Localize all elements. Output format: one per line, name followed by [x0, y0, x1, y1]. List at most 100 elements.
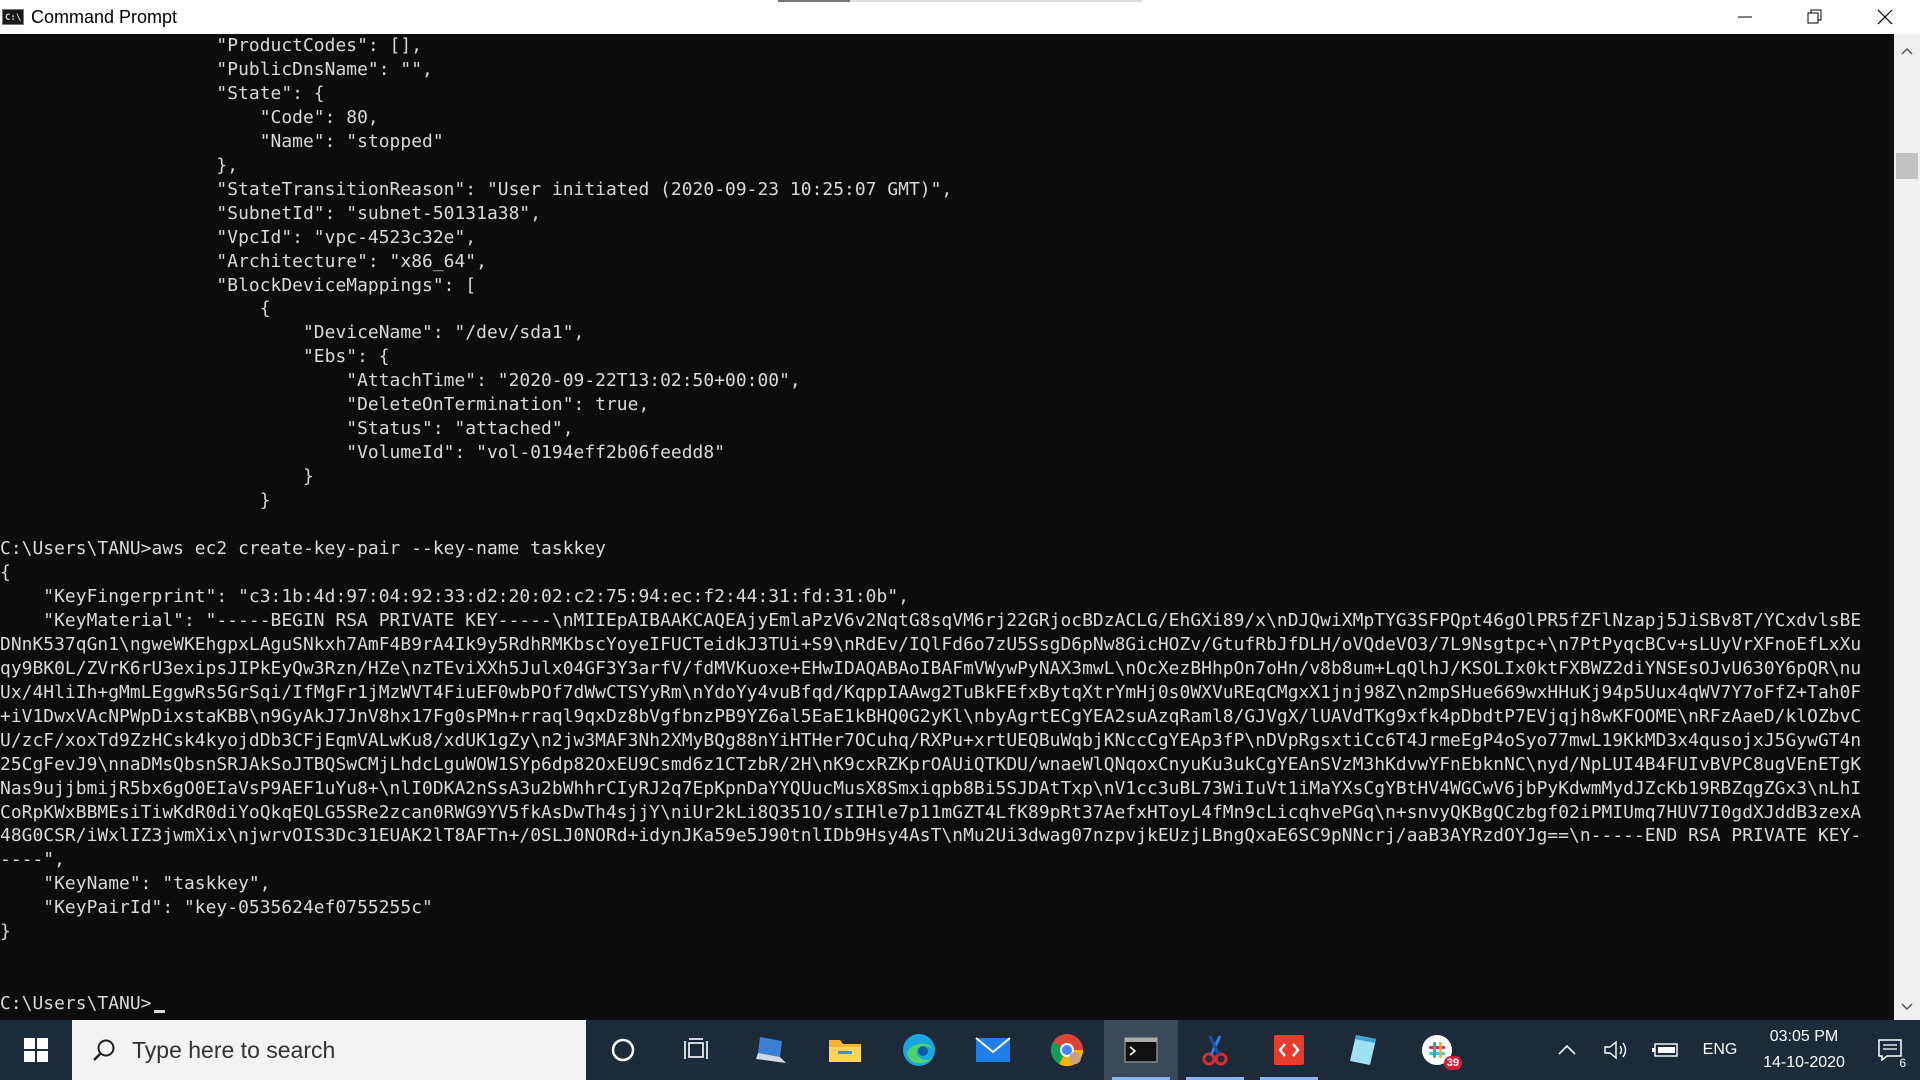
console-line: Nas9ujjbmijR5bx6gO0EIaVsP9AEF1uYu8+\nlI0… [0, 777, 1862, 799]
windows-icon [24, 1038, 48, 1062]
console-line: "KeyFingerprint": "c3:1b:4d:97:04:92:33:… [0, 585, 909, 607]
scroll-up-button[interactable] [1894, 38, 1920, 64]
edge-icon [903, 1034, 935, 1066]
console-line: CoRpKWxBBMEsiTiwKdR0diYoQkqEQLG5SRe2zcan… [0, 801, 1862, 823]
taskbar-app-mail[interactable] [956, 1020, 1030, 1080]
title-accent [778, 0, 850, 2]
console-line: "Ebs": { [0, 346, 390, 368]
slack-badge: 39 [1443, 1056, 1462, 1070]
taskbar-app-edge[interactable] [882, 1020, 956, 1080]
system-tray: ENG 03:05 PM 14-10-2020 6 [1542, 1020, 1920, 1080]
command-prompt-icon [1124, 1037, 1158, 1063]
console-line: "Architecture": "x86_64", [0, 250, 487, 272]
console-line: "KeyPairId": "key-0535624ef0755255c" [0, 897, 433, 919]
show-hidden-icons-button[interactable] [1542, 1020, 1592, 1080]
start-button[interactable] [0, 1020, 72, 1080]
scroll-down-button[interactable] [1894, 994, 1920, 1020]
console-line: "KeyMaterial": "-----BEGIN RSA PRIVATE K… [0, 609, 1862, 631]
taskbar-app-git[interactable] [1252, 1020, 1326, 1080]
taskbar-app-command-prompt[interactable] [1104, 1020, 1178, 1080]
taskbar-app-file-explorer[interactable] [808, 1020, 882, 1080]
chevron-up-icon [1901, 47, 1913, 55]
console-line: "Name": "stopped" [0, 130, 444, 152]
console-line: "DeleteOnTermination": true, [0, 394, 650, 416]
window-title: Command Prompt [31, 6, 178, 27]
scroll-thumb[interactable] [1896, 153, 1918, 179]
close-button[interactable] [1850, 0, 1920, 34]
console-line: } [0, 490, 271, 512]
task-view-button[interactable] [660, 1020, 734, 1080]
volume-icon [1604, 1040, 1627, 1060]
console-line: { [0, 298, 271, 320]
volume-button[interactable] [1592, 1020, 1640, 1080]
console-line: "BlockDeviceMappings": [ [0, 274, 477, 296]
console-output[interactable]: "ProductCodes": [], "PublicDnsName": "",… [0, 34, 1894, 1020]
console-line: { [0, 561, 11, 583]
console-line: DNnK537qGn1\ngweWKEhgpxLAguSNkxh7AmF4B9r… [0, 633, 1862, 655]
title-accent-light [850, 0, 1142, 2]
notepad-icon [1350, 1035, 1376, 1065]
cortana-button[interactable] [586, 1020, 660, 1080]
search-icon [93, 1039, 115, 1061]
console-line: +iV1DwxVAcNPWpDixstaKBB\n9GyAkJ7JnV8hx17… [0, 705, 1862, 727]
taskbar-app-laptop[interactable] [734, 1020, 808, 1080]
console-line: ----", [0, 849, 65, 871]
restore-icon [1807, 9, 1822, 24]
language-indicator[interactable]: ENG [1692, 1020, 1748, 1080]
console-line: "PublicDnsName": "", [0, 58, 433, 80]
vertical-scrollbar[interactable] [1894, 34, 1920, 1020]
clock-time: 03:05 PM [1769, 1028, 1839, 1045]
chrome-icon [1050, 1034, 1084, 1067]
taskbar-app-snipping-tool[interactable] [1178, 1020, 1252, 1080]
console-line: U/zcF/xoxTd9ZzHCsk4kyojdDb3CFjEqmVALwKu8… [0, 729, 1862, 751]
action-center-button[interactable]: 6 [1860, 1020, 1920, 1080]
command-prompt-app-icon[interactable]: C:\ [2, 9, 24, 25]
battery-button[interactable] [1640, 1020, 1692, 1080]
console-line: "SubnetId": "subnet-50131a38", [0, 202, 542, 224]
console-line: "AttachTime": "2020-09-22T13:02:50+00:00… [0, 370, 801, 392]
search-input[interactable] [130, 1035, 534, 1065]
console-line: } [0, 921, 11, 943]
console-line: "DeviceName": "/dev/sda1", [0, 322, 585, 344]
console-line: "Code": 80, [0, 106, 379, 128]
console-line: qy9BK0L/ZVrK6rU3exipsJIPkEyQw3Rzn/HZe\nz… [0, 657, 1862, 679]
taskbar-app-chrome[interactable] [1030, 1020, 1104, 1080]
console-line: "VpcId": "vpc-4523c32e", [0, 226, 477, 248]
laptop-icon [756, 1037, 786, 1063]
task-view-icon [684, 1038, 708, 1059]
console-line: C:\Users\TANU> [0, 993, 152, 1015]
notification-count: 6 [1899, 1056, 1906, 1070]
console-line: 48G0CSR/iWxlIZ3jwmXix\njwrvOIS3Dc31EUAK2… [0, 825, 1862, 847]
console-line: "Status": "attached", [0, 418, 574, 440]
git-icon [1274, 1035, 1304, 1065]
app-icon-label: C:\ [5, 13, 22, 23]
taskbar: 39 ENG 03:05 PM 14-10-2020 6 [0, 1020, 1920, 1080]
cortana-icon [611, 1038, 635, 1062]
file-explorer-icon [829, 1040, 861, 1062]
clock[interactable]: 03:05 PM 14-10-2020 [1748, 1020, 1860, 1080]
chevron-up-icon [1558, 1044, 1576, 1055]
window-controls [1710, 0, 1920, 34]
clock-date: 14-10-2020 [1763, 1054, 1845, 1071]
taskbar-app-notepad[interactable] [1326, 1020, 1400, 1080]
console-line: "ProductCodes": [], [0, 35, 423, 56]
battery-icon [1652, 1043, 1678, 1057]
console-line: Ux/4HliIh+gMmLEggwRs5GrSqi/IfMgFr1jMzWVT… [0, 681, 1862, 703]
console-line: }, [0, 154, 239, 176]
console-line: "VolumeId": "vol-0194eff2b06feedd8" [0, 442, 726, 464]
language-label: ENG [1702, 1041, 1738, 1058]
close-icon [1877, 9, 1893, 25]
console-text: "ProductCodes": [], "PublicDnsName": "",… [0, 34, 1861, 1016]
title-bar[interactable]: C:\ Command Prompt [0, 0, 1920, 34]
chevron-down-icon [1901, 1003, 1913, 1011]
taskbar-app-slack[interactable]: 39 [1400, 1020, 1474, 1080]
console-line: "KeyName": "taskkey", [0, 873, 271, 895]
snipping-tool-icon [1202, 1035, 1228, 1066]
restore-button[interactable] [1780, 0, 1850, 34]
minimize-button[interactable] [1710, 0, 1780, 34]
console-line: "State": { [0, 82, 325, 104]
minimize-icon [1738, 16, 1752, 18]
taskbar-search[interactable] [72, 1020, 586, 1080]
